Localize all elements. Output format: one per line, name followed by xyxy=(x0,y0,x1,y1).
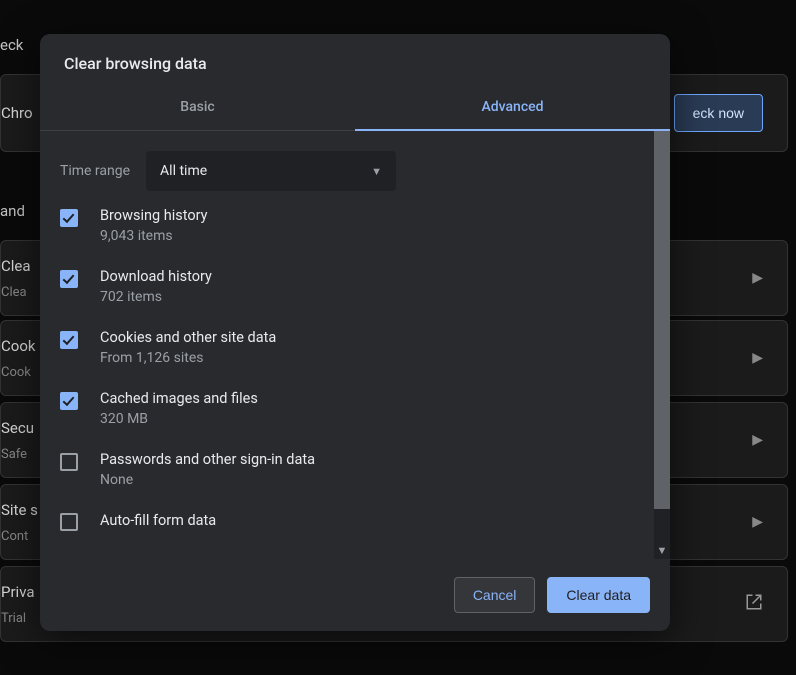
checkbox-autofill[interactable] xyxy=(60,513,78,531)
chrome-safety-label: Chro xyxy=(1,104,33,122)
open-external-icon xyxy=(745,593,763,616)
item-cached-files[interactable]: Cached images and files 320 MB xyxy=(40,378,654,439)
item-download-history[interactable]: Download history 702 items xyxy=(40,256,654,317)
time-range-row: Time range All time ▼ xyxy=(40,131,654,195)
scrollbar-down-icon[interactable]: ▼ xyxy=(654,543,670,559)
checkbox-cookies[interactable] xyxy=(60,331,78,349)
chevron-right-icon: ▶ xyxy=(752,350,763,366)
time-range-label: Time range xyxy=(60,163,130,179)
tab-basic[interactable]: Basic xyxy=(40,85,355,131)
dialog-title: Clear browsing data xyxy=(40,34,670,85)
item-browsing-history[interactable]: Browsing history 9,043 items xyxy=(40,195,654,256)
checkbox-cached-files[interactable] xyxy=(60,392,78,410)
chevron-right-icon: ▶ xyxy=(752,514,763,530)
check-now-button[interactable]: eck now xyxy=(674,94,763,132)
clear-browsing-data-dialog: Clear browsing data Basic Advanced Time … xyxy=(40,34,670,631)
time-range-select[interactable]: All time ▼ xyxy=(146,151,396,191)
checkbox-download-history[interactable] xyxy=(60,270,78,288)
item-autofill[interactable]: Auto-fill form data xyxy=(40,500,654,531)
cancel-button[interactable]: Cancel xyxy=(454,577,536,613)
time-range-value: All time xyxy=(160,163,207,179)
privacy-section-header: and xyxy=(0,202,25,220)
scrollbar-thumb[interactable] xyxy=(654,131,670,509)
item-passwords[interactable]: Passwords and other sign-in data None xyxy=(40,439,654,500)
dialog-scroll-area[interactable]: Time range All time ▼ Browsing history 9… xyxy=(40,131,654,559)
dialog-footer: Cancel Clear data xyxy=(40,559,670,631)
chevron-right-icon: ▶ xyxy=(752,270,763,286)
checkbox-passwords[interactable] xyxy=(60,453,78,471)
item-cookies[interactable]: Cookies and other site data From 1,126 s… xyxy=(40,317,654,378)
chevron-down-icon: ▼ xyxy=(371,165,382,178)
dialog-tabs: Basic Advanced xyxy=(40,85,670,131)
chevron-right-icon: ▶ xyxy=(752,432,763,448)
dialog-scrollbar[interactable]: ▼ xyxy=(654,131,670,559)
safety-check-header: eck xyxy=(0,36,23,54)
tab-advanced[interactable]: Advanced xyxy=(355,85,670,131)
checkbox-browsing-history[interactable] xyxy=(60,209,78,227)
clear-data-button[interactable]: Clear data xyxy=(547,577,650,613)
